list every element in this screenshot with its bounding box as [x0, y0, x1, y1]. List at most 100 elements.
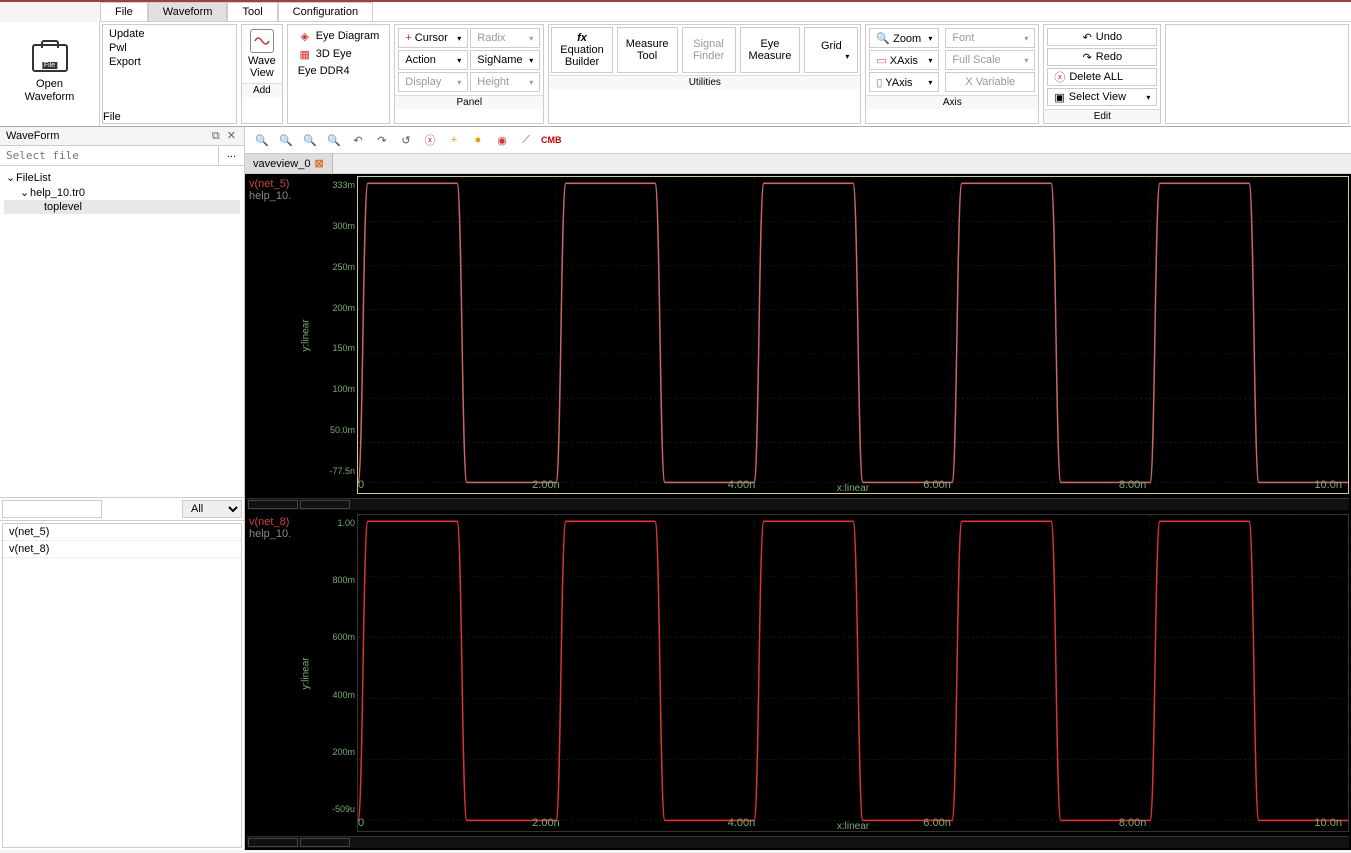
- open-waveform-label: OpenWaveform: [25, 78, 75, 104]
- edit-group-label: Edit: [1044, 109, 1160, 123]
- eye-icon: ◈: [298, 29, 312, 43]
- reset-icon[interactable]: ↺: [397, 131, 415, 149]
- open-waveform-button[interactable]: OpenWaveform: [0, 22, 100, 126]
- zoom-button[interactable]: 🔍 Zoom▾: [869, 28, 939, 48]
- add-group: Wave View Add: [241, 24, 283, 124]
- eye-group: ◈Eye Diagram ▦3D Eye Eye DDR4: [287, 24, 391, 124]
- xaxis-button[interactable]: ▭ XAxis▾: [869, 50, 939, 70]
- eye-ddr4-button[interactable]: Eye DDR4: [292, 63, 386, 79]
- marker2-icon[interactable]: ◉: [493, 131, 511, 149]
- undo-button[interactable]: ↶Undo: [1047, 28, 1157, 46]
- cmb-label[interactable]: CMB: [541, 135, 562, 145]
- delete-all-button[interactable]: ⓧDelete ALL: [1047, 68, 1157, 86]
- equation-builder-button[interactable]: fxEquationBuilder: [551, 27, 612, 73]
- zoom-x-icon[interactable]: 🔍: [301, 131, 319, 149]
- file-group: Update Pwl Export File: [102, 24, 237, 124]
- wave-tabs: vaveview_0 ⊠: [245, 154, 1351, 174]
- browse-button[interactable]: ...: [218, 146, 244, 165]
- signal-vnet5[interactable]: v(net_5): [3, 524, 241, 541]
- select-icon: ▣: [1054, 91, 1064, 104]
- utilities-group: fxEquationBuilder MeasureTool SignalFind…: [548, 24, 861, 124]
- ruler-icon[interactable]: ⟋: [517, 131, 535, 149]
- utilities-group-label: Utilities: [549, 75, 860, 89]
- plot-0-svg: [358, 177, 1348, 493]
- plot-1-xlabel: x:linear: [837, 821, 869, 832]
- zoom-in-icon[interactable]: 🔍: [277, 131, 295, 149]
- tab-close-icon[interactable]: ⊠: [314, 157, 323, 170]
- crosshair-icon[interactable]: +: [445, 131, 463, 149]
- file-tree[interactable]: ⌄FileList ⌄help_10.tr0 toplevel: [0, 166, 244, 498]
- select-view-button[interactable]: ▣Select View▾: [1047, 88, 1157, 106]
- signal-list: v(net_5) v(net_8): [2, 523, 242, 848]
- eye-diagram-button[interactable]: ◈Eye Diagram: [292, 27, 386, 45]
- axis-group: 🔍 Zoom▾ ▭ XAxis▾ ▯ YAxis▾ Font▾ Full Sca…: [865, 24, 1039, 124]
- sidebar: WaveForm ⧉ ✕ ... ⌄FileList ⌄help_10.tr0 …: [0, 127, 245, 850]
- wave-view-button[interactable]: Wave View: [242, 25, 282, 83]
- plot-0[interactable]: v(net_5) help_10. y:linear 333m300m250m2…: [247, 176, 1349, 494]
- zoom-out-icon[interactable]: 🔍: [253, 131, 271, 149]
- full-scale-button[interactable]: Full Scale▾: [945, 50, 1035, 70]
- undock-icon[interactable]: ⧉: [210, 130, 222, 142]
- tree-root[interactable]: ⌄FileList: [4, 170, 240, 185]
- menu-file[interactable]: File: [100, 2, 148, 21]
- action-button[interactable]: Action▾: [398, 50, 468, 70]
- file-export[interactable]: Export: [109, 55, 230, 69]
- plot-0-ylabel: y:linear: [297, 176, 315, 494]
- panel-group-label: Panel: [395, 95, 543, 109]
- grid-button[interactable]: Grid▾: [804, 27, 858, 73]
- signame-button[interactable]: SigName▾: [470, 50, 540, 70]
- plot-0-xlabel: x:linear: [837, 483, 869, 494]
- measure-tool-button[interactable]: MeasureTool: [617, 27, 678, 73]
- menu-waveform[interactable]: Waveform: [148, 2, 228, 21]
- chevron-down-icon: ▾: [845, 52, 849, 61]
- menu-tool[interactable]: Tool: [227, 2, 277, 21]
- tree-file[interactable]: ⌄help_10.tr0: [4, 185, 240, 200]
- file-pwl[interactable]: Pwl: [109, 41, 230, 55]
- plot-0-scroll[interactable]: [247, 498, 1349, 510]
- filter-all-select[interactable]: All: [182, 500, 242, 518]
- file-group-label: File: [103, 111, 236, 123]
- cube-icon: ▦: [298, 47, 312, 61]
- zoom-icon: 🔍: [876, 33, 890, 45]
- display-button[interactable]: Display▾: [398, 72, 468, 92]
- tree-toplevel[interactable]: toplevel: [4, 200, 240, 214]
- add-group-label: Add: [242, 83, 282, 97]
- zoom-y-icon[interactable]: 🔍: [325, 131, 343, 149]
- select-file-input[interactable]: [0, 146, 218, 165]
- filter-input[interactable]: [2, 500, 102, 518]
- menu-configuration[interactable]: Configuration: [278, 2, 373, 21]
- panel-group: + Cursor▾ Radix▾ Action▾ SigName▾ Displa…: [394, 24, 544, 124]
- signal-vnet8[interactable]: v(net_8): [3, 541, 241, 558]
- radix-button[interactable]: Radix▾: [470, 28, 540, 48]
- cancel-icon[interactable]: ⓧ: [421, 131, 439, 149]
- marker1-icon[interactable]: ●: [469, 131, 487, 149]
- plot-1-scroll[interactable]: [247, 836, 1349, 848]
- ribbon: OpenWaveform Update Pwl Export File Wave…: [0, 22, 1351, 127]
- x-variable-button[interactable]: X Variable: [945, 72, 1035, 92]
- plot-1-canvas[interactable]: 02.00n4.00n6.00n8.00n10.0n x:linear: [357, 514, 1349, 832]
- plot-1[interactable]: v(net_8) help_10. y:linear 1.00800m600m4…: [247, 514, 1349, 832]
- wave-toolbar: 🔍 🔍 🔍 🔍 ↶ ↷ ↺ ⓧ + ● ◉ ⟋ CMB: [245, 127, 1351, 154]
- wave-tab-0[interactable]: vaveview_0 ⊠: [245, 154, 333, 173]
- file-update[interactable]: Update: [109, 27, 230, 41]
- sidebar-title: WaveForm: [6, 130, 59, 142]
- axis-group-label: Axis: [866, 95, 1038, 109]
- close-icon[interactable]: ✕: [225, 130, 238, 142]
- wave-icon: [250, 29, 274, 53]
- signal-finder-button[interactable]: SignalFinder: [682, 27, 736, 73]
- plot-0-canvas[interactable]: 02.00n4.00n6.00n8.00n10.0n x:linear: [357, 176, 1349, 494]
- yaxis-button[interactable]: ▯ YAxis▾: [869, 72, 939, 92]
- redo-zoom-icon[interactable]: ↷: [373, 131, 391, 149]
- plot-1-svg: [358, 515, 1348, 831]
- undo-zoom-icon[interactable]: ↶: [349, 131, 367, 149]
- menu-bar: File Waveform Tool Configuration: [100, 2, 1351, 22]
- 3d-eye-button[interactable]: ▦3D Eye: [292, 45, 386, 63]
- redo-button[interactable]: ↷Redo: [1047, 48, 1157, 66]
- edit-group: ↶Undo ↷Redo ⓧDelete ALL ▣Select View▾ Ed…: [1043, 24, 1161, 124]
- font-button[interactable]: Font▾: [945, 28, 1035, 48]
- plot-0-label: v(net_5) help_10.: [247, 176, 297, 494]
- sidebar-header: WaveForm ⧉ ✕: [0, 127, 244, 146]
- height-button[interactable]: Height▾: [470, 72, 540, 92]
- cursor-button[interactable]: + Cursor▾: [398, 28, 468, 48]
- eye-measure-button[interactable]: EyeMeasure: [740, 27, 801, 73]
